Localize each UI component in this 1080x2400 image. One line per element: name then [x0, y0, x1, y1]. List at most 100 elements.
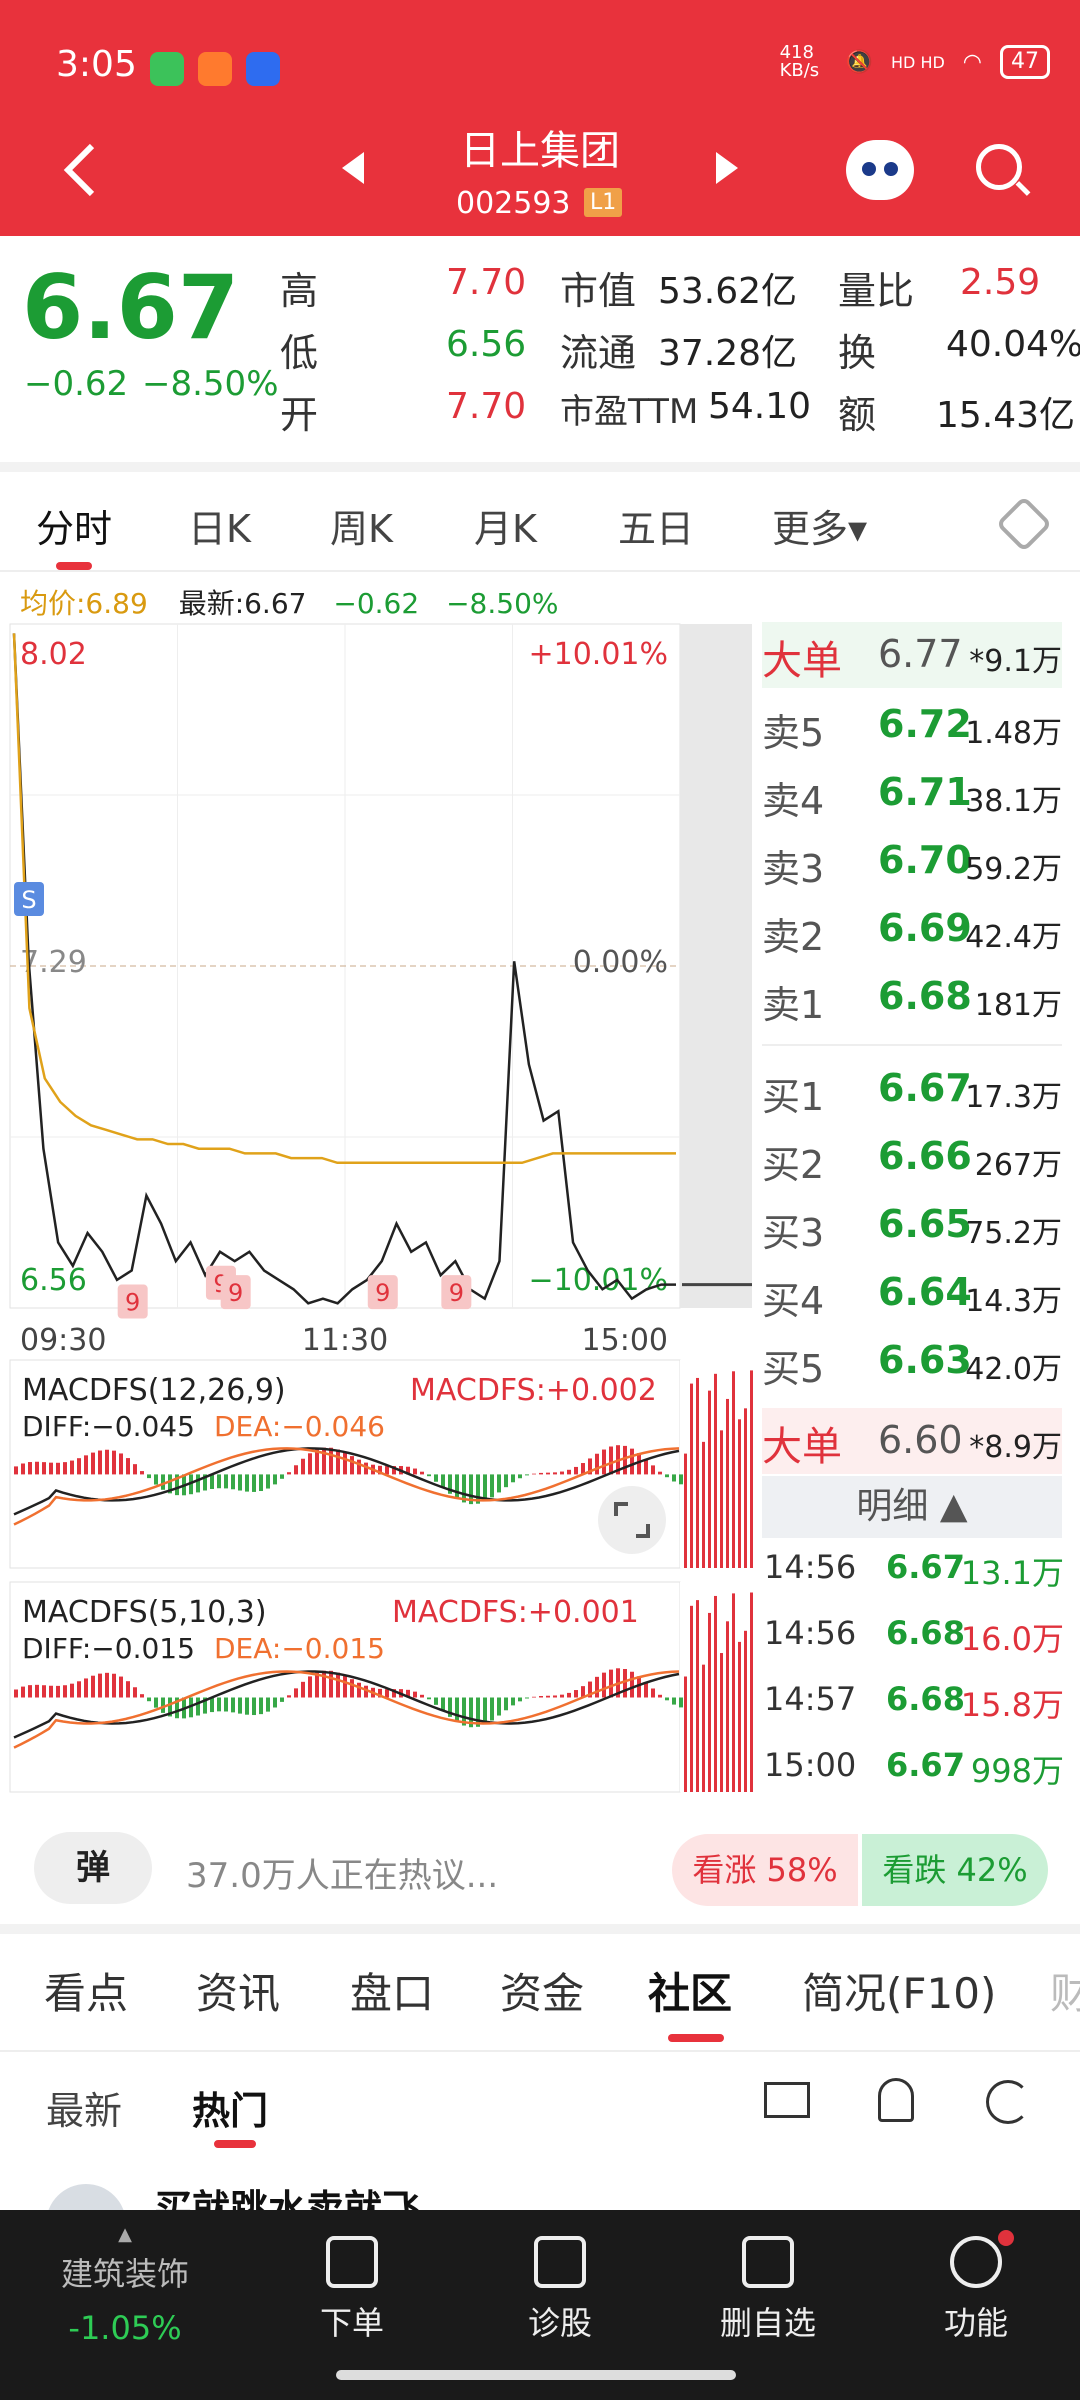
marker-label: S [21, 886, 36, 914]
order-button[interactable]: 下单 [272, 2236, 432, 2344]
macd-bar [63, 1685, 67, 1698]
turnover-label: 换 [838, 331, 877, 375]
marker-label: 9 [449, 1279, 464, 1307]
volume-bar [720, 1653, 723, 1792]
search-icon[interactable] [976, 144, 1022, 190]
robot-assistant-icon[interactable] [846, 140, 914, 200]
macd-bar [35, 1684, 39, 1698]
tab-finance[interactable]: 财 [1050, 1960, 1080, 2021]
volume-bar [738, 1419, 741, 1568]
macd-bar [210, 1474, 214, 1489]
intraday-chart[interactable]: 8.02 +10.01% 7.29 0.00% 6.56 −10.01% 999… [0, 620, 760, 1800]
refresh-icon[interactable] [986, 2080, 1030, 2124]
macd-bar [119, 1676, 123, 1698]
macd-bar [553, 1472, 557, 1475]
diagnose-button[interactable]: 诊股 [480, 2236, 640, 2344]
tick-time: 14:56 [764, 1614, 857, 1652]
tab-highlights[interactable]: 看点 [44, 1960, 128, 2021]
macd-bar [77, 1681, 81, 1698]
mute-icon: 🔕 [845, 49, 873, 75]
tick-price: 6.68 [886, 1680, 965, 1718]
macd-bar [420, 1694, 424, 1698]
macd-bar [630, 1671, 634, 1698]
bid-row: 买4 6.64 14.3万 [762, 1262, 1062, 1328]
macd-bar [658, 1694, 662, 1698]
macd-bar [294, 1465, 298, 1475]
tab-intraday[interactable]: 分时 [36, 498, 112, 553]
macd-bar [133, 1464, 137, 1475]
expand-icon[interactable] [598, 1486, 666, 1554]
tab-five-day[interactable]: 五日 [618, 498, 694, 553]
remove-watchlist-button[interactable]: 删自选 [688, 2236, 848, 2344]
macd-bar [280, 1474, 284, 1479]
subtab-latest[interactable]: 最新 [46, 2080, 122, 2135]
tab-level2[interactable]: 盘口 [350, 1960, 434, 2021]
tab-news[interactable]: 资讯 [196, 1960, 280, 2021]
tab-weekly-k[interactable]: 周K [330, 498, 393, 553]
sector-name: 建筑装饰 [60, 2255, 189, 2293]
ask-price: 6.71 [878, 770, 972, 814]
macd-bar [672, 1697, 676, 1705]
legend-change: −0.62 [333, 587, 420, 620]
macd1-title[interactable]: MACDFS(12,26,9) [22, 1373, 286, 1408]
macd1-diff: DIFF:−0.045 [22, 1410, 195, 1443]
macd-bar [525, 1474, 529, 1476]
macd-bar [665, 1697, 669, 1701]
ask-label: 卖3 [762, 847, 825, 891]
tab-monthly-k[interactable]: 月K [474, 498, 537, 553]
tab-more[interactable]: 更多▾ [772, 498, 867, 553]
detail-toggle[interactable]: 明细 ▲ [762, 1476, 1062, 1538]
tick-time: 14:57 [764, 1680, 857, 1718]
next-stock-icon[interactable] [716, 152, 738, 184]
diagnose-label: 诊股 [527, 2304, 592, 2342]
macd-bar [49, 1462, 53, 1475]
macd-bar [672, 1474, 676, 1482]
macd-bar [56, 1462, 60, 1475]
discussion-count[interactable]: 37.0万人正在热议... [186, 1848, 498, 1897]
macd-bar [112, 1450, 116, 1475]
amount-value: 15.43亿 [936, 395, 1076, 436]
macd-bar [511, 1474, 515, 1483]
macd-bar [301, 1458, 305, 1475]
x-tick-label: 09:30 [20, 1323, 106, 1358]
user-icon[interactable] [878, 2078, 914, 2122]
macd-bar [329, 1670, 333, 1698]
macd-bar [91, 1452, 95, 1475]
macd-bar [560, 1694, 564, 1698]
tab-daily-k[interactable]: 日K [188, 498, 251, 553]
ask-volume: 59.2万 [965, 852, 1062, 887]
volume-bar [702, 1441, 705, 1568]
remove-watchlist-label: 删自选 [719, 2304, 816, 2342]
assistant-icon [246, 52, 280, 86]
subtab-hot[interactable]: 热门 [192, 2080, 268, 2135]
macd2-value: MACDFS:+0.001 [392, 1595, 639, 1630]
macd-bar [609, 1446, 613, 1475]
bearish-button[interactable]: 看跌 42% [862, 1834, 1048, 1906]
ask-volume: 181万 [974, 988, 1062, 1023]
status-bar: 3:05 418 KB/s 🔕 HD HD ◠ 47 [0, 0, 1080, 130]
tab-funds[interactable]: 资金 [500, 1960, 584, 2021]
macd-bar [133, 1687, 137, 1698]
bid-volume: 14.3万 [965, 1284, 1062, 1319]
macd-bar [623, 1445, 627, 1475]
macd2-title[interactable]: MACDFS(5,10,3) [22, 1595, 267, 1630]
tab-community[interactable]: 社区 [648, 1960, 732, 2021]
macd-bar [574, 1690, 578, 1698]
low-value: 6.56 [446, 324, 527, 365]
tick-time: 14:56 [764, 1548, 857, 1586]
order-label: 下单 [319, 2304, 384, 2342]
sector-info[interactable]: ▲ 建筑装饰 -1.05% [20, 2224, 230, 2347]
mail-icon[interactable] [764, 2082, 810, 2118]
macd-bar [497, 1697, 501, 1716]
post-preview[interactable]: 买就跳水卖就飞 [0, 2160, 1080, 2210]
home-indicator[interactable] [336, 2370, 736, 2380]
tab-f10[interactable]: 简况(F10) [802, 1960, 996, 2021]
marker-label: 9 [125, 1289, 140, 1317]
macd-bar [266, 1474, 270, 1489]
bullish-button[interactable]: 看涨 58% [672, 1834, 858, 1906]
function-button[interactable]: 功能 [896, 2230, 1056, 2344]
ask-row: 卖1 6.68 181万 [762, 966, 1062, 1032]
danmu-button[interactable]: 弹 [34, 1832, 152, 1904]
macd-bar [413, 1468, 417, 1475]
bid-label: 买1 [762, 1075, 825, 1119]
